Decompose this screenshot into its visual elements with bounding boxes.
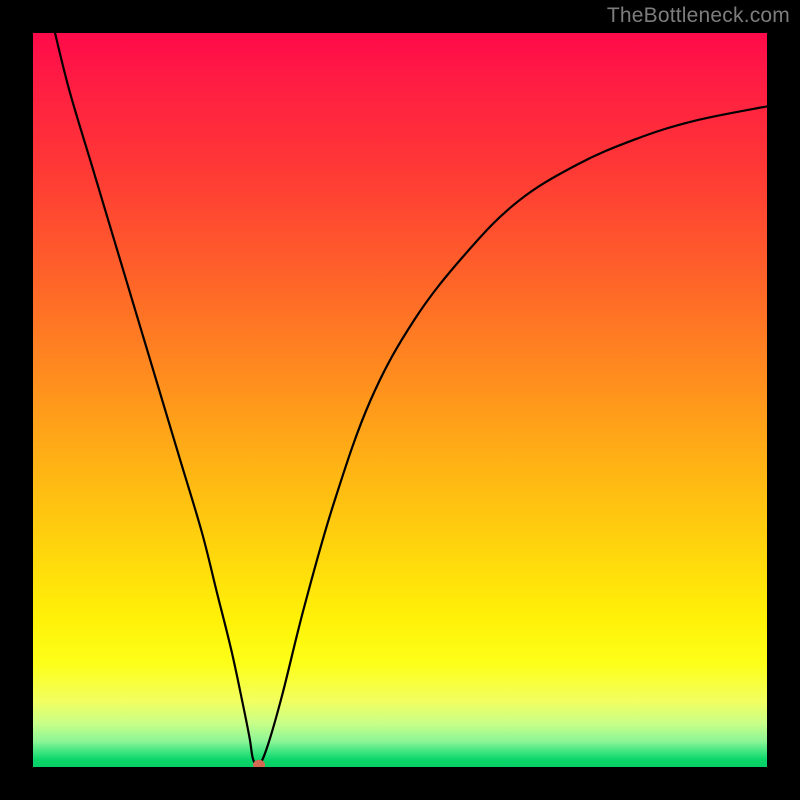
bottleneck-curve — [33, 33, 767, 767]
minimum-point-marker — [253, 760, 265, 767]
chart-frame: TheBottleneck.com — [0, 0, 800, 800]
plot-area — [33, 33, 767, 767]
watermark-text: TheBottleneck.com — [607, 4, 790, 28]
